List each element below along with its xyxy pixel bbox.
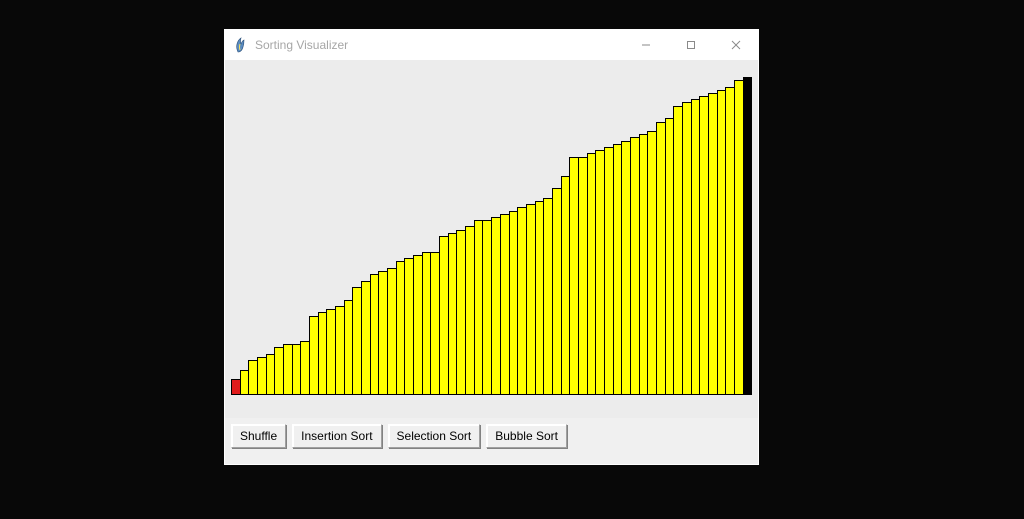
bubble-sort-button[interactable]: Bubble Sort [486,424,567,448]
minimize-button[interactable] [623,30,668,60]
selection-sort-button[interactable]: Selection Sort [388,424,481,448]
window-title: Sorting Visualizer [255,38,348,52]
chart-canvas [225,60,758,418]
chart-bar [743,77,753,395]
insertion-sort-button[interactable]: Insertion Sort [292,424,381,448]
app-window: Sorting Visualizer Shuffle Insertion Sor… [224,29,759,465]
shuffle-button[interactable]: Shuffle [231,424,286,448]
maximize-button[interactable] [668,30,713,60]
button-row: Shuffle Insertion Sort Selection Sort Bu… [225,418,758,464]
app-icon [233,37,249,53]
titlebar: Sorting Visualizer [225,30,758,60]
close-button[interactable] [713,30,758,60]
bar-container [231,77,752,395]
